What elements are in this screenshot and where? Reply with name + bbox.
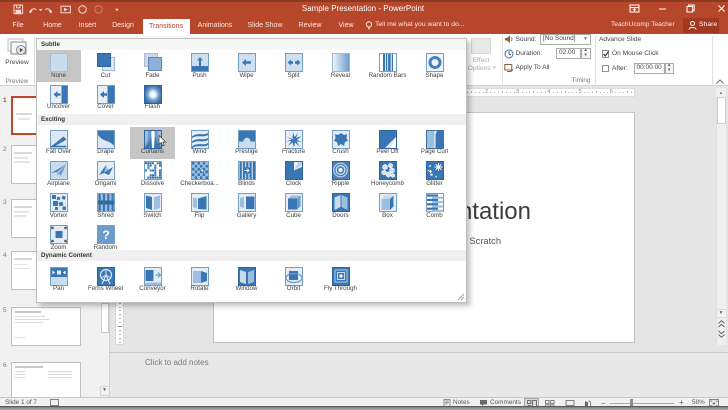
- svg-text:?: ?: [102, 228, 109, 242]
